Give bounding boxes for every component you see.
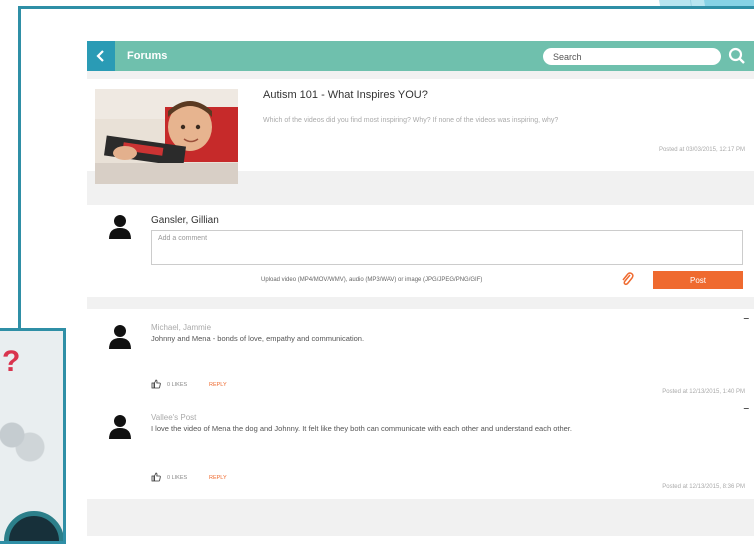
page-title: Forums xyxy=(127,50,168,62)
user-avatar-icon xyxy=(109,325,131,349)
collapse-icon[interactable]: – xyxy=(743,313,749,324)
topic-timestamp: Posted at 03/03/2015, 12:17 PM xyxy=(658,147,745,153)
reply-card: – Vallee's Post I love the video of Mena… xyxy=(87,399,754,499)
commenter-name: Gansler, Gillian xyxy=(151,215,219,226)
likes-count: 0 LIKES xyxy=(167,475,188,481)
user-avatar-icon xyxy=(109,215,131,239)
question-mark-graphic: ? xyxy=(2,345,21,378)
upload-hint: Upload video (MP4/MOV/WMV), audio (MP3/W… xyxy=(261,277,483,283)
reply-link[interactable]: REPLY xyxy=(209,382,227,388)
thumbs-up-icon[interactable] xyxy=(151,379,161,389)
reply-text: Johnny and Mena - bonds of love, empathy… xyxy=(151,334,365,343)
topic-image xyxy=(95,89,238,184)
boy-with-toy-train-photo xyxy=(95,89,238,184)
search-icon[interactable] xyxy=(727,46,747,66)
reply-author: Vallee's Post xyxy=(151,413,197,422)
chevron-left-icon xyxy=(96,50,104,62)
collapse-icon[interactable]: – xyxy=(743,403,749,414)
comment-composer: Gansler, Gillian Upload video (MP4/MOV/W… xyxy=(87,205,754,297)
screenshot-frame: Forums Search Autism 101 - What Inspires… xyxy=(18,6,754,544)
search-input[interactable] xyxy=(543,48,721,65)
user-avatar-icon xyxy=(109,415,131,439)
reply-timestamp: Posted at 12/13/2015, 8:36 PM xyxy=(662,484,745,490)
reply-timestamp: Posted at 12/13/2015, 1:40 PM xyxy=(662,389,745,395)
back-button[interactable] xyxy=(87,41,115,71)
topic-title: Autism 101 - What Inspires YOU? xyxy=(263,89,428,101)
reply-text: I love the video of Mena the dog and Joh… xyxy=(151,424,572,433)
reply-link[interactable]: REPLY xyxy=(209,475,227,481)
inset-image: ? xyxy=(0,328,66,544)
forum-header: Forums xyxy=(87,41,754,71)
reply-card: – Michael, Jammie Johnny and Mena - bond… xyxy=(87,309,754,399)
thumbs-up-icon[interactable] xyxy=(151,472,161,482)
paperclip-icon[interactable] xyxy=(620,271,634,287)
likes-count: 0 LIKES xyxy=(167,382,188,388)
post-button[interactable]: Post xyxy=(653,271,743,289)
forum-app: Forums Search Autism 101 - What Inspires… xyxy=(87,41,754,536)
globe-graphic xyxy=(4,511,63,541)
world-map-graphic xyxy=(0,411,60,471)
comment-input[interactable] xyxy=(151,230,743,265)
topic-card: Autism 101 - What Inspires YOU? Which of… xyxy=(87,79,754,184)
reply-author: Michael, Jammie xyxy=(151,323,212,332)
topic-description: Which of the videos did you find most in… xyxy=(263,117,559,124)
